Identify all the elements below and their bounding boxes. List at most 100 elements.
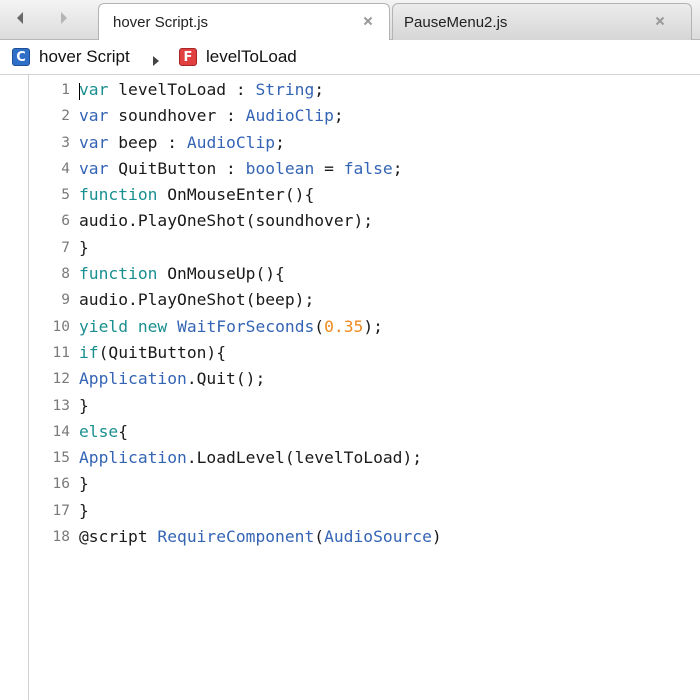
code-line[interactable]: 10 yield new WaitForSeconds(0.35); [0,314,700,340]
code-token: } [79,500,89,520]
line-code[interactable]: Application.LoadLevel(levelToLoad); [79,445,422,471]
line-number: 8 [61,266,70,283]
line-code[interactable]: Application.Quit(); [79,366,265,392]
line-number: 15 [52,450,70,467]
code-token: soundhover : [108,106,246,126]
code-line[interactable]: 9 audio.PlayOneShot(beep); [0,287,700,313]
code-token: 0.35 [324,316,364,336]
line-code[interactable]: if(QuitButton){ [79,340,226,366]
code-token: .Quit(); [186,369,266,389]
code-token: = [314,158,344,178]
line-code[interactable]: function OnMouseEnter(){ [79,182,314,208]
code-token: } [79,395,89,415]
code-token: QuitButton : [108,158,246,178]
code-token: ( [314,527,325,547]
line-code[interactable]: } [79,471,89,497]
line-code[interactable]: audio.PlayOneShot(soundhover); [79,208,373,234]
back-arrow-icon[interactable] [8,6,32,30]
line-code[interactable]: var levelToLoad : String; [79,77,324,103]
code-token: AudioClip [245,106,334,126]
function-icon: F [179,48,197,66]
code-token: .LoadLevel(levelToLoad); [186,448,423,468]
line-code[interactable]: else{ [79,419,128,445]
code-token: beep : [108,132,187,152]
code-line[interactable]: 7} [0,235,700,261]
code-token: } [79,474,89,494]
code-line[interactable]: 12 Application.Quit(); [0,366,700,392]
code-token: AudioClip [186,132,276,152]
line-code[interactable]: function OnMouseUp(){ [79,261,285,287]
line-number: 11 [52,344,70,361]
code-token: { [118,421,129,441]
tab-hover-script[interactable]: hover Script.js [98,3,390,41]
code-line[interactable]: 15 Application.LoadLevel(levelToLoad); [0,445,700,471]
line-number: 14 [52,423,70,440]
code-line[interactable]: 4 var QuitButton : boolean = false; [0,156,700,182]
line-code[interactable]: } [79,498,89,524]
code-line[interactable]: 3 var beep : AudioClip; [0,130,700,156]
line-code[interactable]: audio.PlayOneShot(beep); [79,287,314,313]
breadcrumb-function[interactable]: levelToLoad [206,47,297,67]
line-code[interactable]: var soundhover : AudioClip; [79,103,344,129]
code-line[interactable]: 14 else{ [0,419,700,445]
code-line[interactable]: 17} [0,498,700,524]
code-line[interactable]: 2 var soundhover : AudioClip; [0,103,700,129]
code-line[interactable]: 18 @script RequireComponent(AudioSource) [0,524,700,550]
code-token: WaitForSeconds [177,316,315,336]
code-token: var [79,158,109,178]
line-code[interactable]: yield new WaitForSeconds(0.35); [79,314,383,340]
tab-pause-menu[interactable]: PauseMenu2.js [392,3,692,40]
line-number: 2 [61,108,70,125]
class-icon: C [12,48,30,66]
line-number: 7 [61,239,70,256]
code-token: else [79,421,119,441]
code-line[interactable]: 8 function OnMouseUp(){ [0,261,700,287]
code-line[interactable]: 5 function OnMouseEnter(){ [0,182,700,208]
code-lines[interactable]: 1 var levelToLoad : String; 2 var soundhove… [0,77,700,550]
forward-arrow-icon[interactable] [52,6,76,30]
code-token: Application [79,448,187,468]
line-number: 1 [61,82,70,98]
line-number: 13 [52,397,70,414]
line-number: 6 [61,213,70,230]
code-token: new [137,316,168,336]
code-token: ); [363,316,383,336]
text-caret [79,83,80,100]
code-line[interactable]: 1 var levelToLoad : String; [0,77,700,103]
code-line[interactable]: 13} [0,393,700,419]
breadcrumb-separator-icon [152,51,160,71]
line-number: 4 [61,160,70,177]
line-number: 12 [52,371,70,388]
code-token: @script [79,527,158,547]
line-code[interactable]: @script RequireComponent(AudioSource) [79,524,442,550]
tab-label: hover Script.js [113,14,209,31]
code-token: ; [392,158,403,178]
code-token: RequireComponent [157,527,315,547]
code-token: OnMouseEnter(){ [157,185,315,205]
line-code[interactable]: var beep : AudioClip; [79,130,285,156]
close-tab-icon[interactable] [651,12,669,30]
code-token: (QuitButton){ [98,342,227,362]
code-line[interactable]: 11 if(QuitButton){ [0,340,700,366]
code-token: yield [79,316,129,336]
line-number: 9 [61,292,70,309]
code-token: ; [275,132,285,152]
line-code[interactable]: } [79,393,89,419]
code-token: String [255,80,315,99]
line-code[interactable]: var QuitButton : boolean = false; [79,156,403,182]
code-line[interactable]: 16} [0,471,700,497]
code-token: var [79,80,109,99]
line-code[interactable]: } [79,235,89,261]
code-token: function [79,264,158,284]
code-token: AudioSource [324,527,432,547]
code-line[interactable]: 6 audio.PlayOneShot(soundhover); [0,208,700,234]
code-editor[interactable]: 1 var levelToLoad : String; 2 var soundhove… [0,75,700,700]
code-token: false [343,158,393,178]
close-tab-icon[interactable] [359,12,377,30]
code-token: ( [314,316,325,336]
breadcrumb-class[interactable]: hover Script [39,47,130,67]
line-number: 5 [61,187,70,204]
code-token: if [79,342,99,362]
